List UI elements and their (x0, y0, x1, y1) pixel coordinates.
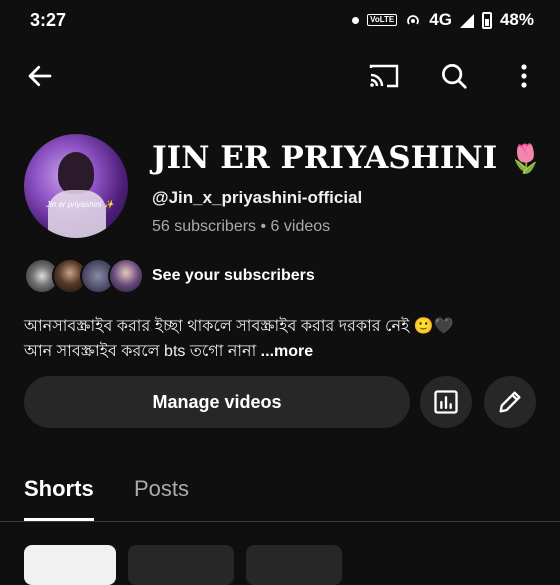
tulip-emoji: 🌷 (508, 142, 543, 175)
subscriber-avatar (108, 258, 144, 294)
back-button[interactable] (20, 56, 60, 96)
description-line-2: আন সাবস্ক্রাইব করলে bts তগো নানা ...more (24, 339, 544, 364)
search-icon (442, 64, 467, 89)
hotspot-icon (407, 15, 420, 25)
tabs-divider (0, 521, 560, 522)
analytics-icon (434, 390, 458, 414)
pencil-icon (499, 391, 521, 413)
description-line-2-text: আন সাবস্ক্রাইব করলে bts তগো নানা (24, 343, 261, 360)
see-subscribers-link[interactable]: See your subscribers (152, 267, 315, 285)
channel-avatar[interactable]: Jin er priyashini ✨ (24, 134, 128, 238)
search-button[interactable] (434, 56, 474, 96)
tab-shorts[interactable]: Shorts (24, 476, 94, 502)
battery-icon (481, 11, 492, 29)
channel-title-text: JIN ER PRIYASHINI (152, 140, 498, 176)
filter-chip[interactable] (246, 545, 342, 585)
tab-posts[interactable]: Posts (134, 476, 189, 502)
manage-videos-button[interactable]: Manage videos (24, 376, 410, 428)
arrow-left-icon (28, 65, 52, 87)
subscriber-avatars[interactable] (24, 258, 144, 294)
channel-stats: 56 subscribers • 6 videos (152, 218, 331, 235)
description-line-1: আনসাবস্ক্রাইব করার ইচ্ছা থাকলে সাবস্ক্রা… (24, 318, 454, 335)
notification-dot-icon (352, 16, 360, 24)
edit-button[interactable] (484, 376, 536, 428)
cast-icon (369, 64, 399, 88)
battery-percent: 48% (499, 10, 534, 29)
analytics-button[interactable] (420, 376, 472, 428)
avatar-signature: Jin er priyashini ✨ (46, 200, 114, 209)
channel-description[interactable]: আনসাবস্ক্রাইব করার ইচ্ছা থাকলে সাবস্ক্রা… (24, 314, 544, 364)
more-vert-icon (521, 64, 527, 88)
channel-title: JIN ER PRIYASHINI 🌷 (152, 140, 543, 176)
more-link[interactable]: ...more (261, 343, 313, 360)
more-button[interactable] (504, 56, 544, 96)
filter-chip[interactable] (128, 545, 234, 585)
status-time: 3:27 (30, 10, 67, 30)
status-icons: VoLTE 4G 48% (352, 10, 534, 30)
network-type: 4G (429, 10, 452, 29)
channel-handle: @Jin_x_priyashini-official (152, 188, 363, 207)
avatar-figure-body (48, 190, 106, 238)
filter-chip[interactable] (24, 545, 116, 585)
cast-button[interactable] (364, 56, 404, 96)
avatar-figure-head (58, 152, 94, 194)
signal-icon (459, 14, 474, 28)
volte-icon: VoLTE (367, 14, 398, 26)
